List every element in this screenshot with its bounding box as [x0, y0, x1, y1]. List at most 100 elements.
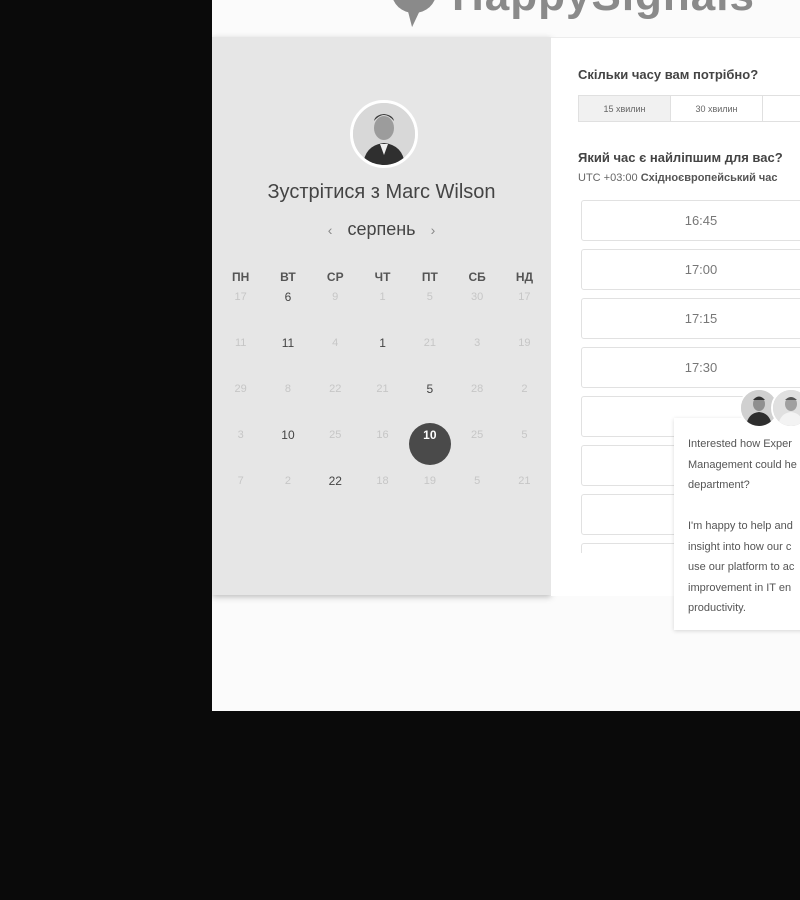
- calendar-day: 19: [501, 336, 548, 382]
- calendar-day-label: 5: [521, 429, 528, 441]
- time-slot-button[interactable]: 17:00: [581, 249, 800, 290]
- calendar-day-label: 21: [423, 337, 436, 349]
- calendar-day: 29: [217, 382, 264, 428]
- calendar-day-label: 22: [328, 474, 342, 488]
- calendar-day-label: 1: [379, 336, 386, 350]
- calendar-day-label: 11: [281, 336, 295, 350]
- calendar-day-label: 21: [518, 475, 531, 487]
- calendar-day[interactable]: 11: [264, 336, 311, 382]
- timezone-name: Східноєвропейський час: [640, 172, 778, 184]
- logo-text: HappySignals: [452, 0, 755, 24]
- calendar-day-label: 3: [474, 337, 481, 349]
- weekday-label: СБ: [468, 270, 486, 284]
- calendar-day: 18: [359, 474, 406, 520]
- calendar-day: 21: [406, 336, 453, 382]
- weekday-label: НД: [515, 270, 534, 284]
- calendar-day: 5: [501, 428, 548, 474]
- calendar-day: 22: [312, 382, 359, 428]
- weekday-label: СР: [326, 270, 344, 284]
- logo-icon: [390, 0, 438, 29]
- calendar-day-label: 2: [521, 383, 528, 395]
- calendar-day[interactable]: 5: [406, 382, 453, 428]
- calendar-day: 11: [217, 336, 264, 382]
- calendar-day-label: 9: [332, 291, 339, 303]
- calendar-day: 1: [359, 290, 406, 336]
- calendar-day-label: 1: [379, 291, 386, 303]
- duration-question: Скільки часу вам потрібно?: [578, 67, 759, 82]
- calendar-day-label: 19: [423, 475, 436, 487]
- logo: HappySignals: [390, 0, 755, 29]
- calendar-day: 19: [406, 474, 453, 520]
- duration-option[interactable]: 30 хвилин: [670, 95, 763, 122]
- calendar-day-label: 11: [234, 337, 247, 349]
- duration-option[interactable]: 1: [762, 95, 800, 122]
- timezone-label[interactable]: UTC +03:00 Східноєвропейський час: [578, 172, 778, 184]
- calendar-day: 2: [264, 474, 311, 520]
- time-slot-button[interactable]: 16:45: [581, 200, 800, 241]
- calendar-day: 7: [217, 474, 264, 520]
- calendar-day-label: 19: [518, 337, 531, 349]
- calendar-day-label: 5: [474, 475, 481, 487]
- calendar-day: 2: [501, 382, 548, 428]
- calendar-day-label: 7: [237, 475, 244, 487]
- calendar-day: 30: [453, 290, 500, 336]
- chevron-right-icon[interactable]: ›: [431, 222, 436, 238]
- host-calendar-panel: Зустрітися з Marc Wilson ‹ серпень › ПН В…: [212, 37, 551, 595]
- calendar-day-label: 25: [471, 429, 484, 441]
- host-avatar: [350, 100, 418, 168]
- calendar-day: 17: [217, 290, 264, 336]
- calendar-day[interactable]: 1: [359, 336, 406, 382]
- calendar-day-label: 5: [426, 291, 433, 303]
- timezone-offset: UTC +03:00: [578, 172, 638, 184]
- weekday-label: ПН: [232, 270, 250, 284]
- calendar-day-label: 17: [234, 291, 247, 303]
- calendar-day-label: 17: [518, 291, 531, 303]
- calendar-day: 4: [312, 336, 359, 382]
- weekday-header: ПН ВТ СР ЧТ ПТ СБ НД: [217, 270, 547, 284]
- calendar-day-label: 28: [471, 383, 484, 395]
- calendar-day-label: 16: [376, 429, 389, 441]
- calendar-day: 8: [264, 382, 311, 428]
- weekday-label: ПТ: [421, 270, 438, 284]
- calendar-day-label: 3: [237, 429, 244, 441]
- weekday-label: ЧТ: [374, 270, 391, 284]
- calendar-day[interactable]: 6: [264, 290, 311, 336]
- calendar-day-label: 21: [376, 383, 389, 395]
- calendar-day: 9: [312, 290, 359, 336]
- time-slot-button[interactable]: 17:15: [581, 298, 800, 339]
- time-slot-button[interactable]: 17:30: [581, 347, 800, 388]
- calendar-day-label: 29: [234, 383, 247, 395]
- host-title: Зустрітися з Marc Wilson: [267, 181, 496, 203]
- calendar-day-selected[interactable]: 10: [406, 423, 453, 474]
- weekday-label: ВТ: [280, 270, 296, 284]
- calendar-day-label: 6: [284, 290, 292, 304]
- calendar-day: 17: [501, 290, 548, 336]
- month-navigator: ‹ серпень ›: [212, 219, 551, 240]
- calendar-day: 25: [453, 428, 500, 474]
- chevron-left-icon[interactable]: ‹: [328, 222, 333, 238]
- calendar-day: 16: [359, 428, 406, 474]
- calendar-day: 5: [453, 474, 500, 520]
- calendar-day-label: 8: [284, 383, 291, 395]
- calendar-day-label: 5: [426, 382, 434, 396]
- calendar-day-label: 22: [329, 383, 342, 395]
- time-question: Який час є найліпшим для вас?: [578, 150, 783, 165]
- duration-options: 15 хвилин30 хвилин1: [578, 95, 800, 122]
- calendar-day-label: 4: [332, 337, 339, 349]
- chat-popup[interactable]: Interested how Exper Management could he…: [674, 418, 800, 630]
- calendar-day[interactable]: 10: [264, 428, 311, 474]
- calendar-day: 21: [501, 474, 548, 520]
- calendar-day: 21: [359, 382, 406, 428]
- calendar-grid: 17 6 9 1 5 30 17 11 11 4 1 21 3 19 29 8 22 21 5 28 2 3 10 25 16 1…: [217, 290, 547, 520]
- calendar-day-label: 10: [423, 428, 437, 442]
- calendar-day-label: 10: [281, 428, 295, 442]
- calendar-day: 25: [312, 428, 359, 474]
- calendar-day-label: 30: [471, 291, 484, 303]
- duration-option[interactable]: 15 хвилин: [578, 95, 671, 122]
- calendar-day: 3: [453, 336, 500, 382]
- calendar-day: 3: [217, 428, 264, 474]
- calendar-day: 28: [453, 382, 500, 428]
- calendar-day: 5: [406, 290, 453, 336]
- calendar-day[interactable]: 22: [312, 474, 359, 520]
- calendar-day-label: 2: [284, 475, 291, 487]
